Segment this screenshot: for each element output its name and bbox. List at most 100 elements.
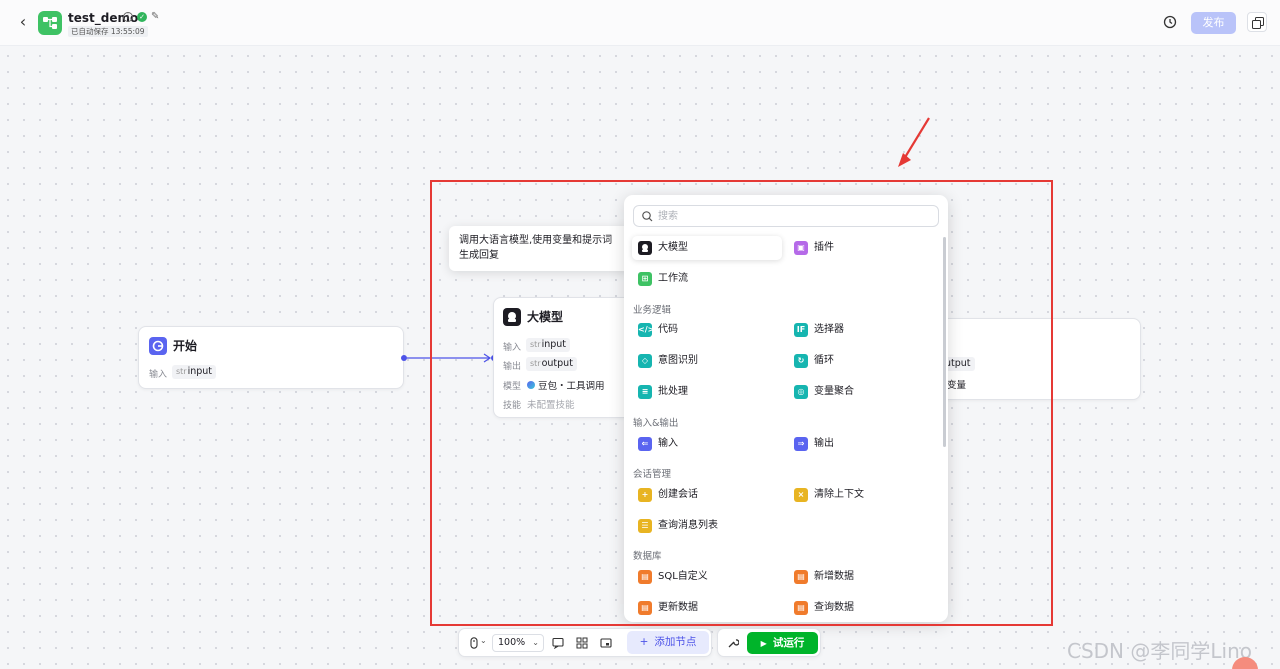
intent-icon: ◇: [638, 354, 652, 368]
chevron-down-icon[interactable]: ⌄: [480, 636, 487, 645]
top-bar: ‹ test_demo i ✓ ✎ 已自动保存 13:55:09 发布: [0, 0, 1280, 46]
plus-icon: +: [639, 636, 649, 648]
llm-icon: [503, 308, 521, 326]
menu-item-label: 批处理: [658, 386, 688, 397]
add-data-icon: ▤: [794, 570, 808, 584]
search-input[interactable]: [658, 208, 928, 224]
menu-item-output[interactable]: ⇒ 输出: [788, 432, 938, 456]
menu-item-add-data[interactable]: ▤ 新增数据: [788, 565, 938, 589]
menu-item-selector[interactable]: IF 选择器: [788, 318, 938, 342]
workflow-icon: [38, 11, 62, 35]
menu-item-plugin[interactable]: ▣ 插件: [788, 236, 938, 260]
plugin-icon: ▣: [794, 241, 808, 255]
llm-tooltip: 调用大语言模型,使用变量和提示词 生成回复: [449, 226, 630, 271]
menu-item-llm[interactable]: 大模型: [632, 236, 782, 260]
menu-item-label: 更新数据: [658, 602, 698, 613]
menu-item-label: 清除上下文: [814, 489, 864, 500]
menu-item-message-list[interactable]: ☰ 查询消息列表: [632, 514, 782, 538]
section-title-database: 数据库: [633, 551, 662, 562]
menu-item-create-chat[interactable]: + 创建会话: [632, 483, 782, 507]
wrench-icon[interactable]: [727, 637, 739, 649]
query-data-icon: ▤: [794, 601, 808, 615]
popup-scrollbar[interactable]: [943, 237, 946, 447]
llm-output-chip: stroutput: [526, 357, 577, 371]
sql-icon: ▤: [638, 570, 652, 584]
menu-item-label: 意图识别: [658, 355, 698, 366]
search-icon: [642, 211, 653, 222]
output-icon: ⇒: [794, 437, 808, 451]
start-node-title: 开始: [173, 339, 198, 353]
llm-skill-label: 技能: [503, 401, 522, 411]
batch-icon: ≡: [638, 385, 652, 399]
zoom-select[interactable]: 100% ⌄: [492, 634, 544, 652]
menu-item-label: 插件: [814, 242, 834, 253]
check-icon: ✓: [137, 12, 147, 22]
edit-icon[interactable]: ✎: [151, 11, 159, 22]
menu-item-sql[interactable]: ▤ SQL自定义: [632, 565, 782, 589]
minimap-icon[interactable]: [600, 637, 612, 649]
menu-item-label: 输入: [658, 438, 678, 449]
menu-item-workflow[interactable]: ⊞ 工作流: [632, 267, 782, 291]
section-title-business-logic: 业务逻辑: [633, 305, 672, 316]
start-node[interactable]: 开始 输入 strinput: [138, 326, 404, 389]
watermark: CSDN @李同学Lino: [1067, 639, 1252, 663]
play-icon: ▶: [760, 639, 767, 648]
publish-button[interactable]: 发布: [1191, 12, 1236, 34]
back-button[interactable]: ‹: [14, 13, 32, 31]
section-title-io: 输入&输出: [633, 418, 679, 429]
test-run-button[interactable]: ▶ 试运行: [747, 632, 818, 654]
end-var-text: 变量: [947, 380, 967, 391]
chevron-down-icon: ⌄: [532, 638, 539, 647]
llm-skill-value: 未配置技能: [527, 400, 575, 411]
llm-model-label: 模型: [503, 382, 522, 392]
menu-item-label: 输出: [814, 438, 834, 449]
add-node-button[interactable]: + 添加节点: [627, 631, 709, 654]
menu-item-label: 创建会话: [658, 489, 698, 500]
end-output-chip: utput: [945, 357, 975, 371]
search-box[interactable]: [633, 205, 939, 227]
create-chat-icon: +: [638, 488, 652, 502]
menu-item-query-data[interactable]: ▤ 查询数据: [788, 596, 938, 620]
tooltip-line-1: 调用大语言模型,使用变量和提示词: [459, 235, 613, 246]
menu-item-batch[interactable]: ≡ 批处理: [632, 380, 782, 404]
llm-node-title: 大模型: [527, 310, 564, 324]
tooltip-line-2: 生成回复: [459, 250, 499, 261]
start-input-chip: strinput: [172, 365, 217, 379]
llm-output-label: 输出: [503, 362, 522, 372]
layout-grid-icon[interactable]: [576, 637, 588, 649]
llm-input-label: 输入: [503, 343, 522, 353]
input-icon: ⇐: [638, 437, 652, 451]
menu-item-label: 大模型: [658, 242, 688, 253]
menu-item-update-data[interactable]: ▤ 更新数据: [632, 596, 782, 620]
autosave-status: 已自动保存 13:55:09: [68, 26, 148, 37]
menu-item-code[interactable]: </> 代码: [632, 318, 782, 342]
menu-item-label: 代码: [658, 324, 678, 335]
info-icon[interactable]: i: [123, 12, 133, 22]
doubao-icon: [527, 381, 535, 389]
zoom-value: 100%: [498, 637, 526, 648]
workflow-icon: ⊞: [638, 272, 652, 286]
menu-item-label: 工作流: [658, 273, 688, 284]
llm-input-chip: strinput: [526, 338, 571, 352]
llm-node[interactable]: 大模型 输入 strinput 输出 stroutput 模型 豆包・工具调用 …: [493, 297, 633, 418]
menu-item-aggregate[interactable]: ◎ 变量聚合: [788, 380, 938, 404]
start-input-label: 输入: [149, 370, 168, 380]
menu-item-label: 查询数据: [814, 602, 854, 613]
if-icon: IF: [794, 323, 808, 337]
menu-item-label: SQL自定义: [658, 571, 708, 582]
copy-icon[interactable]: [1247, 12, 1267, 32]
annotation-arrow-icon: [898, 117, 930, 167]
history-icon[interactable]: [1163, 15, 1177, 29]
aggregate-icon: ◎: [794, 385, 808, 399]
menu-item-intent[interactable]: ◇ 意图识别: [632, 349, 782, 373]
menu-item-input[interactable]: ⇐ 输入: [632, 432, 782, 456]
bottom-toolbar: ⌄ 100% ⌄ + 添加节点: [458, 628, 712, 657]
menu-item-loop[interactable]: ↻ 循环: [788, 349, 938, 373]
start-icon: [149, 337, 167, 355]
menu-item-clear-context[interactable]: × 清除上下文: [788, 483, 938, 507]
menu-item-label: 变量聚合: [814, 386, 854, 397]
llm-icon: [638, 241, 652, 255]
comment-icon[interactable]: [552, 637, 564, 649]
mouse-icon[interactable]: [468, 637, 480, 649]
menu-item-label: 选择器: [814, 324, 844, 335]
